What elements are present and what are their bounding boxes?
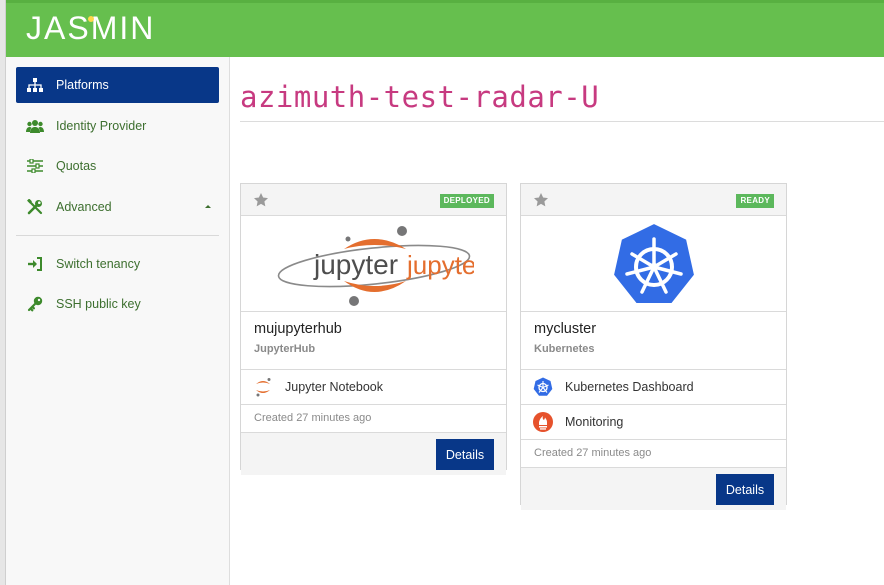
details-button[interactable]: Details bbox=[436, 439, 494, 470]
logo-dot bbox=[88, 16, 94, 22]
logo-wordmark: jupyterhub bbox=[406, 250, 474, 280]
details-button[interactable]: Details bbox=[716, 474, 774, 505]
card-header: DEPLOYED bbox=[241, 184, 506, 216]
status-badge: READY bbox=[736, 194, 774, 208]
caret-up-icon[interactable] bbox=[205, 205, 211, 208]
title-divider bbox=[240, 121, 884, 122]
status-badge: DEPLOYED bbox=[439, 194, 494, 208]
sidebar: Platforms Identity Provider Quotas Advan… bbox=[6, 57, 230, 585]
jupyterhub-logo: jupyter jupyterhub bbox=[241, 216, 506, 312]
platform-type: Kubernetes bbox=[534, 343, 595, 355]
users-icon bbox=[26, 117, 44, 135]
sign-in-icon bbox=[26, 255, 44, 273]
sidebar-item-label: Quotas bbox=[56, 159, 97, 173]
sitemap-icon bbox=[26, 76, 44, 94]
sidebar-item-label: Switch tenancy bbox=[56, 257, 141, 271]
sidebar-item-label: Platforms bbox=[56, 78, 109, 92]
service-link-jupyter-notebook[interactable]: Jupyter Notebook bbox=[241, 369, 506, 404]
sidebar-item-ssh-public-key[interactable]: SSH public key bbox=[16, 286, 219, 322]
service-link-kubernetes-dashboard[interactable]: Kubernetes Dashboard bbox=[521, 369, 786, 404]
service-label: Jupyter Notebook bbox=[285, 380, 383, 394]
card-footer: Details bbox=[521, 467, 786, 510]
service-label: Monitoring bbox=[565, 415, 624, 429]
sliders-icon bbox=[26, 157, 44, 175]
key-icon bbox=[26, 295, 44, 313]
sidebar-item-platforms[interactable]: Platforms bbox=[16, 67, 219, 103]
jupyterhub-logo-icon: jupyter jupyterhub bbox=[277, 225, 474, 306]
service-label: Kubernetes Dashboard bbox=[565, 380, 694, 394]
sidebar-item-switch-tenancy[interactable]: Switch tenancy bbox=[16, 246, 219, 282]
created-timestamp: Created 27 minutes ago bbox=[241, 404, 506, 432]
platform-type: JupyterHub bbox=[254, 343, 316, 355]
sidebar-item-label: Advanced bbox=[56, 200, 112, 214]
star-icon[interactable] bbox=[533, 192, 549, 208]
sidebar-divider bbox=[16, 235, 219, 236]
jasmin-logo[interactable]: JASMIN bbox=[26, 10, 155, 47]
sidebar-item-label: Identity Provider bbox=[56, 119, 147, 133]
created-timestamp: Created 27 minutes ago bbox=[521, 439, 786, 467]
jupyter-icon bbox=[253, 377, 273, 397]
prometheus-icon bbox=[533, 412, 553, 432]
page-title: azimuth-test-radar-U bbox=[240, 80, 600, 114]
card-footer: Details bbox=[241, 432, 506, 475]
kubernetes-logo bbox=[521, 216, 786, 312]
kubernetes-icon bbox=[533, 377, 553, 397]
sidebar-item-quotas[interactable]: Quotas bbox=[16, 148, 219, 184]
kubernetes-logo-icon bbox=[611, 221, 696, 305]
platform-name: mycluster bbox=[534, 321, 597, 337]
sidebar-item-advanced[interactable]: Advanced bbox=[16, 189, 219, 225]
star-icon[interactable] bbox=[253, 192, 269, 208]
sidebar-item-label: SSH public key bbox=[56, 297, 141, 311]
card-header: READY bbox=[521, 184, 786, 216]
top-header: JASMIN bbox=[6, 0, 884, 57]
platform-card-mycluster: READY mycluster Kubernetes Kubernetes Da… bbox=[520, 183, 787, 510]
platform-name: mujupyterhub bbox=[254, 321, 342, 337]
service-link-monitoring[interactable]: Monitoring bbox=[521, 404, 786, 439]
svg-text:jupyter: jupyter bbox=[313, 249, 398, 280]
sidebar-item-identity-provider[interactable]: Identity Provider bbox=[16, 108, 219, 144]
tools-icon bbox=[26, 198, 44, 216]
platform-card-mujupyterhub: DEPLOYED jupyter jupyterhub mujupyterhub… bbox=[240, 183, 507, 475]
